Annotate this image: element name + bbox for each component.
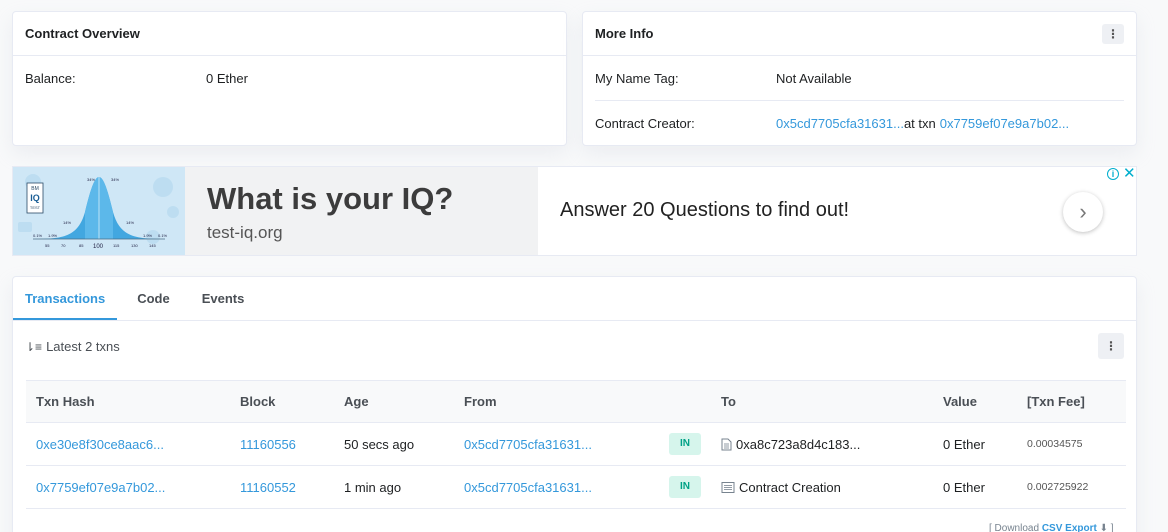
at-txn-text: at txn [903, 115, 936, 131]
txn-hash-link[interactable]: 0x7759ef07e9a7b02... [36, 480, 165, 495]
ad-headline: What is your IQ? [207, 181, 454, 216]
ad-graph-axis-85: 85 [79, 243, 84, 248]
chevron-right-icon: › [1079, 199, 1087, 224]
contract-creation-icon [721, 481, 735, 493]
block-link[interactable]: 11160556 [240, 437, 296, 452]
ad-tagline: Answer 20 Questions to find out! [560, 199, 850, 221]
more-info-menu-icon[interactable]: ⋮ [1102, 23, 1124, 44]
table-row: 0x7759ef07e9a7b02... 11160552 1 min ago … [26, 465, 1126, 509]
balance-label: Balance: [25, 70, 76, 86]
ad-iq-graph: BM IQ TEST 34% 34% 14% 14% 1.9% 1.9% 0.1… [13, 167, 185, 255]
header-block: Block [230, 380, 334, 423]
tab-code[interactable]: Code [125, 277, 182, 320]
name-tag-label: My Name Tag: [595, 70, 679, 86]
direction-badge: IN [669, 433, 701, 455]
ad-graph-logo-bottom: TEST [30, 205, 41, 210]
more-info-card: More Info ⋮ My Name Tag: Not Available C… [582, 11, 1137, 146]
ad-graph-axis-115: 115 [113, 243, 120, 248]
to-contract-creation: Contract Creation [739, 479, 841, 495]
txn-hash-link[interactable]: 0xe30e8f30ce8aac6... [36, 437, 164, 452]
header-txn-fee: [Txn Fee] [1017, 380, 1126, 423]
from-address-link[interactable]: 0x5cd7705cfa31631... [464, 437, 592, 452]
direction-badge: IN [669, 476, 701, 498]
transactions-table: Txn Hash Block Age From To Value [Txn Fe… [26, 380, 1126, 509]
ad-graph-pct-01-left: 0.1% [33, 233, 43, 238]
tx-menu-icon[interactable]: ⋮ [1098, 333, 1124, 359]
ad-info-icon[interactable]: i [1107, 168, 1119, 180]
contract-creator-address-link[interactable]: 0x5cd7705cfa31631... [776, 116, 904, 131]
fee-cell: 0.00034575 [1017, 422, 1126, 466]
header-txn-hash: Txn Hash [26, 380, 230, 423]
header-age: Age [334, 380, 454, 423]
ad-graph-axis-100: 100 [93, 244, 104, 250]
ad-graph-pct-2-right: 1.9% [143, 233, 153, 238]
ad-graph-axis-70: 70 [61, 243, 66, 248]
name-tag-value: Not Available [776, 70, 852, 86]
header-value: Value [933, 380, 1017, 423]
tx-summary-text: Latest 2 txns [46, 339, 120, 354]
header-from: From [454, 380, 659, 423]
tab-events[interactable]: Events [190, 277, 257, 320]
contract-overview-title: Contract Overview [13, 12, 566, 56]
ad-graph-pct-34-left: 34% [87, 177, 95, 182]
to-address: 0xa8c723a8d4c183... [736, 436, 861, 452]
ad-graph-axis-130: 130 [131, 243, 138, 248]
ad-graph-pct-34-right: 34% [111, 177, 119, 182]
age-cell: 50 secs ago [334, 422, 454, 466]
ad-graph-axis-55: 55 [45, 243, 50, 248]
sort-icon: ⇂≡ [25, 339, 43, 354]
ad-close-icon[interactable]: ✕ [1123, 167, 1136, 182]
header-direction [659, 380, 711, 423]
download-suffix: ] [1110, 523, 1114, 532]
tx-summary: ⇂≡ Latest 2 txns [25, 339, 120, 354]
value-cell: 0 Ether [933, 422, 1017, 466]
document-icon [721, 438, 732, 450]
contract-creator-txn-link[interactable]: 0x7759ef07e9a7b02... [940, 116, 1069, 131]
block-link[interactable]: 11160552 [240, 480, 296, 495]
table-row: 0xe30e8f30ce8aac6... 11160556 50 secs ag… [26, 422, 1126, 466]
fee-cell: 0.002725922 [1017, 465, 1126, 509]
value-cell: 0 Ether [933, 465, 1017, 509]
from-address-link[interactable]: 0x5cd7705cfa31631... [464, 480, 592, 495]
ad-next-button[interactable]: › [1063, 192, 1103, 232]
download-icon: ⬇ [1099, 523, 1108, 532]
ad-graph-pct-14-left: 14% [63, 220, 71, 225]
more-info-title: More Info [595, 26, 654, 41]
ad-graph-logo-main: IQ [30, 193, 40, 203]
ad-graph-pct-14-right: 14% [126, 220, 134, 225]
ad-graph-logo-top: BM [31, 186, 39, 192]
ad-graph-pct-01-right: 0.1% [158, 233, 168, 238]
ad-headline-block[interactable]: What is your IQ? test-iq.org [185, 167, 538, 255]
contract-overview-card: Contract Overview Balance: 0 Ether [12, 11, 567, 146]
header-to: To [711, 380, 933, 423]
ad-graph-axis-145: 145 [149, 243, 156, 248]
transactions-card: Transactions Code Events ⇂≡ Latest 2 txn… [12, 276, 1137, 532]
ad-banner[interactable]: BM IQ TEST 34% 34% 14% 14% 1.9% 1.9% 0.1… [12, 166, 1137, 256]
balance-value: 0 Ether [206, 70, 248, 86]
csv-export-link[interactable]: CSV Export [1042, 523, 1097, 532]
age-cell: 1 min ago [334, 465, 454, 509]
tab-transactions[interactable]: Transactions [13, 277, 118, 320]
contract-creator-label: Contract Creator: [595, 115, 695, 131]
ad-graph-pct-2-left: 1.9% [48, 233, 58, 238]
csv-download: [ Download CSV Export ⬇ ] [989, 523, 1114, 532]
ad-site: test-iq.org [207, 223, 283, 242]
download-prefix: [ Download [989, 523, 1040, 532]
tab-bar: Transactions Code Events [13, 277, 1136, 321]
ad-tagline-block[interactable]: Answer 20 Questions to find out! › i ✕ [538, 167, 1136, 255]
